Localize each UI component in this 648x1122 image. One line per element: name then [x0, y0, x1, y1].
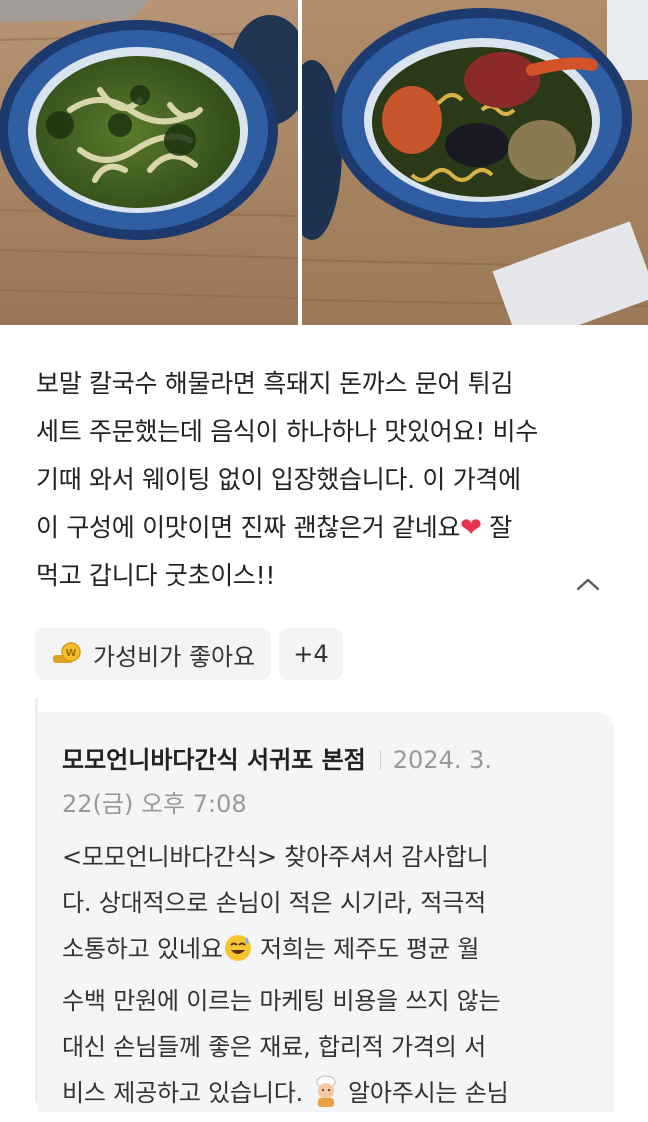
reply-header: 모모언니바다간식 서귀포 본점 2024. 3. 22(금) 오후 7:08 [62, 738, 592, 826]
review-line: 이 구성에 이맛이면 진짜 괜찮은거 같네요 [36, 513, 461, 542]
owner-reply: 모모언니바다간식 서귀포 본점 2024. 3. 22(금) 오후 7:08 <모… [38, 712, 614, 1112]
review-line: 먹고 갑니다 굿초이스!! [36, 561, 276, 590]
header-separator [379, 750, 381, 770]
sweat-smile-emoji-icon [223, 932, 253, 978]
collapse-button[interactable] [570, 566, 606, 602]
cook-emoji-icon [311, 1075, 341, 1122]
tag-label: 가성비가 좋아요 [93, 642, 256, 671]
svg-text:W: W [65, 648, 76, 659]
reply-line: 대신 손님들께 좋은 재료, 합리적 가격의 서 [62, 1033, 486, 1061]
review-photo-seafood-ramen[interactable] [302, 0, 648, 325]
tag-value-for-money[interactable]: W 가성비가 좋아요 [35, 628, 272, 680]
review-line: 기때 와서 웨이팅 없이 입장했습니다. 이 가격에 [36, 465, 521, 494]
review-line: 잘 [489, 513, 512, 542]
reply-date-time: 22(금) 오후 7:08 [62, 790, 247, 818]
more-tags-label: +4 [293, 640, 329, 668]
chevron-up-icon [576, 578, 600, 591]
reply-body: <모모언니바다간식> 찾아주셔서 감사합니다. 상대적으로 손님이 적은 시기라… [62, 834, 592, 1122]
photo-gallery[interactable] [0, 0, 648, 325]
reply-line: 다. 상대적으로 손님이 적은 시기라, 적극적 [62, 889, 486, 917]
reply-line: 수백 만원에 이르는 마케팅 비용을 쓰지 않는 [62, 987, 501, 1015]
review-photo-kalguksu[interactable] [0, 0, 298, 325]
owner-name: 모모언니바다간식 서귀포 본점 [62, 746, 366, 774]
reply-line: <모모언니바다간식> 찾아주셔서 감사합니 [62, 843, 489, 871]
reply-line: 저희는 제주도 평균 월 [260, 935, 480, 963]
keyword-tags: W 가성비가 좋아요 +4 [35, 628, 343, 680]
reply-line: 소통하고 있네요 [62, 935, 223, 963]
reply-date: 2024. 3. [392, 746, 492, 774]
coin-icon: W [51, 641, 83, 667]
review-line: 보말 칼국수 해물라면 흑돼지 돈까스 문어 튀김 [36, 369, 514, 398]
review-text: 보말 칼국수 해물라면 흑돼지 돈까스 문어 튀김세트 주문했는데 음식이 하나… [36, 360, 616, 600]
review-line: 세트 주문했는데 음식이 하나하나 맛있어요! 비수 [36, 417, 538, 446]
heart-emoji-icon: ❤ [460, 513, 482, 543]
more-tags-button[interactable]: +4 [279, 628, 343, 680]
